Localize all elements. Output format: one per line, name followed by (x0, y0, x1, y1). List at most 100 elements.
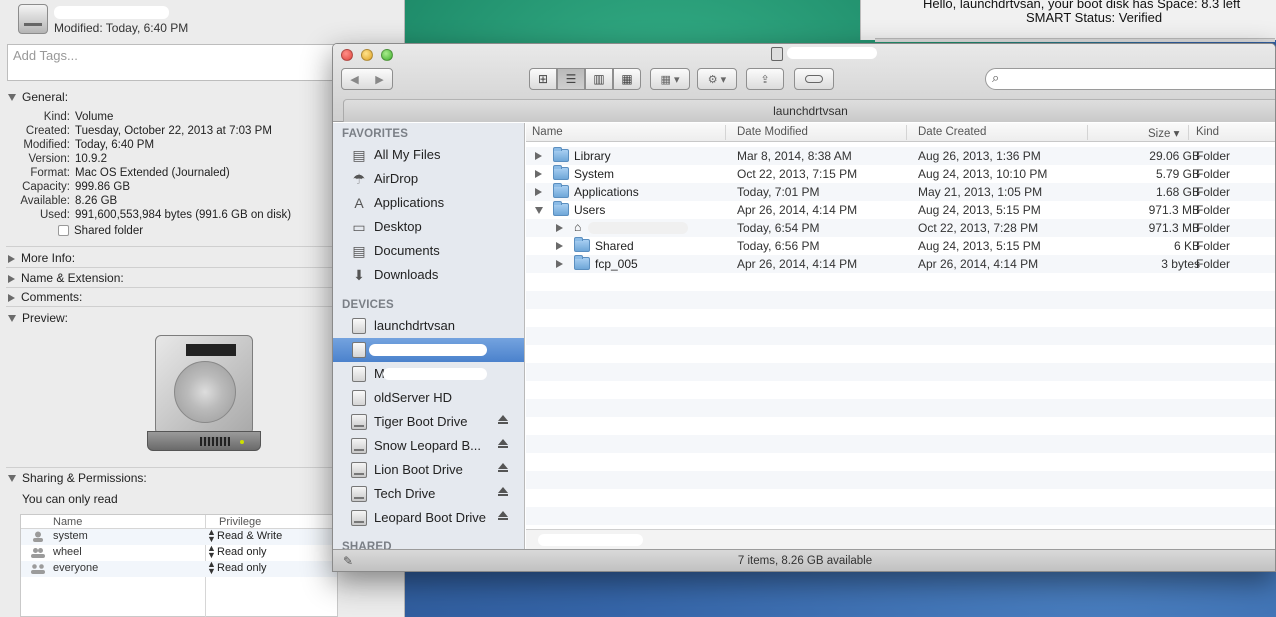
eject-icon[interactable] (498, 463, 508, 472)
tools-icon[interactable]: ✎ (342, 555, 354, 567)
table-row[interactable]: ⌂ Today, 6:54 PM Oct 22, 2013, 7:28 PM 9… (526, 219, 1275, 237)
stepper-arrows-icon[interactable]: ▲ ▼ (207, 544, 216, 560)
eject-icon[interactable] (498, 415, 508, 424)
sidebar-item-applications[interactable]: A Applications (333, 191, 524, 215)
disclosure-closed-icon[interactable] (535, 170, 542, 178)
sidebar-device-oldserver-hd[interactable]: oldServer HD (333, 386, 524, 410)
row-stripe (526, 345, 1275, 363)
close-button[interactable] (341, 49, 353, 61)
boot-disk-status: Hello, launchdrtvsan, your boot disk has… (860, 0, 1276, 42)
table-row[interactable]: System Oct 22, 2013, 7:15 PM Aug 24, 201… (526, 165, 1275, 183)
column-date-created[interactable]: Date Created (918, 126, 986, 138)
tags-input[interactable]: Add Tags... (7, 44, 337, 81)
table-row[interactable]: Users Apr 26, 2014, 4:14 PM Aug 24, 2013… (526, 201, 1275, 219)
icon-view-button[interactable]: ⊞ (529, 68, 557, 90)
arrange-button[interactable]: ▦ ▾ (650, 68, 690, 90)
privilege-select[interactable]: Read only (217, 546, 267, 558)
shared-folder-checkbox[interactable]: Shared folder (58, 224, 378, 238)
arrange-grid-icon: ▦ ▾ (660, 73, 680, 86)
column-kind[interactable]: Kind (1196, 126, 1219, 138)
header-privilege[interactable]: Privilege (219, 516, 261, 528)
table-row[interactable]: Library Mar 8, 2014, 8:38 AM Aug 26, 201… (526, 147, 1275, 165)
sidebar-item-documents[interactable]: ▤ Documents (333, 239, 524, 263)
forward-arrow-icon[interactable]: ▶ (367, 73, 392, 86)
disclosure-open-icon[interactable] (535, 207, 543, 214)
permission-row[interactable]: wheel ▲ ▼ Read only (21, 544, 337, 561)
stepper-arrows-icon[interactable]: ▲ ▼ (207, 528, 216, 544)
privilege-select[interactable]: Read & Write (217, 530, 282, 542)
path-title-bar: launchdrtvsan (343, 99, 1275, 122)
documents-icon: ▤ (352, 243, 366, 259)
window-drive-icon (771, 47, 783, 61)
sidebar-device-launchdrtvsan[interactable]: launchdrtvsan (333, 314, 524, 338)
disclosure-closed-icon[interactable] (535, 188, 542, 196)
checkbox-icon[interactable] (58, 225, 69, 237)
zoom-button[interactable] (381, 49, 393, 61)
path-bar[interactable] (526, 529, 1275, 549)
redacted-path (538, 534, 643, 546)
list-view-button[interactable]: ☰ (557, 68, 585, 90)
back-arrow-icon[interactable]: ◀ (342, 73, 367, 86)
finder-sidebar: FAVORITES ▤ All My Files ☂ AirDrop A Applic… (333, 123, 525, 549)
search-input[interactable]: ⌕ (985, 68, 1275, 90)
applications-icon: A (354, 195, 364, 211)
sidebar-item-desktop[interactable]: ▭ Desktop (333, 215, 524, 239)
cover-flow-button[interactable]: ▦ (613, 68, 641, 90)
section-more-info[interactable]: More Info: (8, 251, 75, 265)
general-created: Created: Tuesday, October 22, 2013 at 7:0… (25, 125, 272, 137)
row-stripe (526, 291, 1275, 309)
devices-heading: DEVICES (342, 299, 394, 311)
internal-drive-icon (352, 342, 366, 358)
sidebar-device-snow-leopard[interactable]: Snow Leopard B... (333, 434, 524, 458)
sidebar-item-airdrop[interactable]: ☂ AirDrop (333, 167, 524, 191)
airdrop-icon: ☂ (352, 171, 366, 187)
column-name[interactable]: Name (532, 126, 563, 138)
eject-icon[interactable] (498, 511, 508, 520)
sidebar-device-lion-boot-drive[interactable]: Lion Boot Drive (333, 458, 524, 482)
back-forward-buttons[interactable]: ◀ ▶ (341, 68, 393, 90)
disclosure-closed-icon[interactable] (556, 242, 563, 250)
applications-folder-icon (553, 183, 569, 198)
column-divider[interactable] (1087, 125, 1088, 140)
disclosure-closed-icon[interactable] (556, 260, 563, 268)
table-row[interactable]: Shared Today, 6:56 PM Aug 24, 2013, 5:15… (526, 237, 1275, 255)
sidebar-device-redacted[interactable]: M (333, 362, 524, 386)
disclosure-closed-icon (8, 254, 15, 263)
eject-icon[interactable] (498, 439, 508, 448)
shared-folder-icon (574, 237, 590, 252)
section-name-extension[interactable]: Name & Extension: (8, 271, 124, 285)
minimize-button[interactable] (361, 49, 373, 61)
row-stripe (526, 435, 1275, 453)
sidebar-item-all-my-files[interactable]: ▤ All My Files (333, 143, 524, 167)
header-name[interactable]: Name (53, 516, 82, 528)
column-size[interactable]: Size ▾ (1148, 126, 1179, 140)
section-general[interactable]: General: (8, 90, 68, 104)
sidebar-device-tiger-boot-drive[interactable]: Tiger Boot Drive (333, 410, 524, 434)
column-view-button[interactable]: ▥ (585, 68, 613, 90)
section-preview[interactable]: Preview: (8, 311, 68, 325)
eject-icon[interactable] (498, 487, 508, 496)
section-sharing-permissions[interactable]: Sharing & Permissions: (8, 471, 147, 485)
privilege-select[interactable]: Read only (217, 562, 267, 574)
column-divider[interactable] (1188, 125, 1189, 140)
sidebar-item-downloads[interactable]: ⬇ Downloads (333, 263, 524, 287)
column-divider[interactable] (725, 125, 726, 140)
permission-row[interactable]: everyone ▲ ▼ Read only (21, 560, 337, 577)
column-divider[interactable] (906, 125, 907, 140)
action-button[interactable]: ⚙ ▾ (697, 68, 737, 90)
disclosure-closed-icon[interactable] (556, 224, 563, 232)
stepper-arrows-icon[interactable]: ▲ ▼ (207, 560, 216, 576)
tags-button[interactable] (794, 68, 834, 90)
column-date-modified[interactable]: Date Modified (737, 126, 808, 138)
list-header: Name Date Modified Date Created Size ▾ K… (526, 123, 1275, 142)
disclosure-closed-icon[interactable] (535, 152, 542, 160)
table-row[interactable]: fcp_005 Apr 26, 2014, 4:14 PM Apr 26, 20… (526, 255, 1275, 273)
sidebar-device-selected[interactable] (333, 338, 524, 362)
share-button[interactable]: ⇪ (746, 68, 784, 90)
permission-row[interactable]: system ▲ ▼ Read & Write (21, 528, 337, 545)
table-row[interactable]: Applications Today, 7:01 PM May 21, 2013… (526, 183, 1275, 201)
section-comments[interactable]: Comments: (8, 290, 82, 304)
list-view-icon: ☰ (565, 72, 577, 86)
sidebar-device-leopard-boot-drive[interactable]: Leopard Boot Drive (333, 506, 524, 530)
sidebar-device-tech-drive[interactable]: Tech Drive (333, 482, 524, 506)
